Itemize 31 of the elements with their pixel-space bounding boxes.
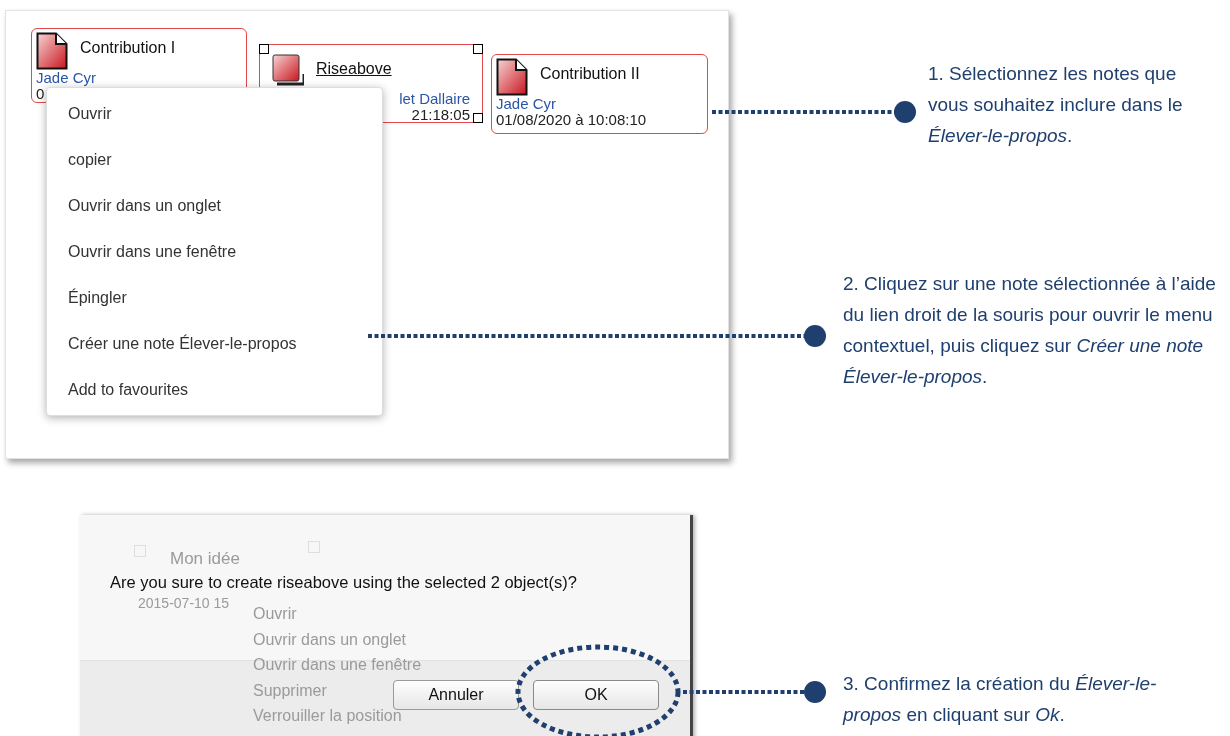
note-title[interactable]: Contribution I: [80, 39, 176, 57]
faded-handle: [134, 545, 146, 557]
menu-item[interactable]: Ouvrir dans un onglet: [47, 183, 382, 229]
author-link[interactable]: Jade Cyr: [36, 70, 97, 86]
instruction-text: 2. Cliquez sur une note sélectionnée à l’aide du lien droit de la souris pour ouvrir le menu contextuel, puis cliquez sur Créer une note Élever-le-propos.: [843, 272, 1217, 389]
note-card[interactable]: Contribution II Jade Cyr 01/08/2020 à 10:08:10: [491, 54, 708, 134]
instruction-text: 1. Sélectionnez les notes que vous souhaitez inclure dans le Élever-le-propos.: [928, 62, 1183, 148]
dialog-message: Are you sure to create riseabove using the selected 2 object(s)?: [110, 573, 577, 592]
menu-item[interactable]: Ouvrir dans une fenêtre: [47, 229, 382, 275]
resize-handle[interactable]: [473, 113, 483, 123]
resize-handle[interactable]: [259, 44, 269, 54]
menu-item[interactable]: Créer une note Élever-le-propos: [47, 321, 382, 367]
note-title[interactable]: Riseabove: [316, 60, 392, 78]
note-date: 01/08/2020 à 10:08:10: [496, 112, 647, 128]
faded-handle: [308, 541, 320, 553]
menu-item[interactable]: Add to favourites: [47, 367, 382, 413]
faded-note-date: 2015-07-10 15: [138, 595, 230, 611]
author-link[interactable]: Jade Cyr: [496, 96, 557, 112]
note-date: 21:18:05: [411, 107, 470, 123]
instruction-text: 3. Confirmez la création du Élever-le-propos en cliquant sur Ok.: [843, 672, 1158, 727]
ok-button[interactable]: OK: [533, 680, 659, 710]
document-icon: [496, 58, 528, 96]
author-link[interactable]: let Dallaire: [399, 91, 470, 107]
menu-item[interactable]: Épingler: [47, 275, 382, 321]
note-date: 0: [36, 86, 45, 102]
resize-handle[interactable]: [473, 44, 483, 54]
menu-item[interactable]: copier: [47, 137, 382, 183]
document-icon: [36, 32, 68, 70]
cancel-button[interactable]: Annuler: [393, 680, 519, 710]
note-title[interactable]: Contribution II: [540, 65, 640, 83]
faded-note-title: Mon idée: [170, 549, 240, 569]
